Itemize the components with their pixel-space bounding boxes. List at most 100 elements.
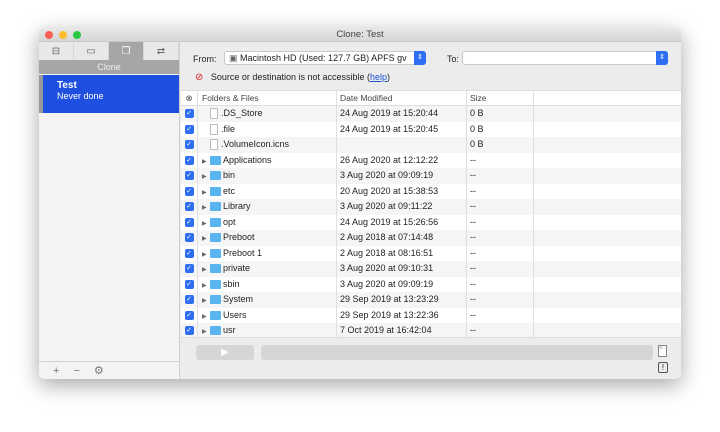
table-row[interactable]: ✓ ▶ Preboot 2 Aug 2018 at 07:14:48 -- <box>181 230 681 246</box>
disclosure-triangle-icon[interactable]: ▶ <box>202 217 210 231</box>
folder-icon <box>210 295 221 305</box>
table-row[interactable]: ✓ ▶ private 3 Aug 2020 at 09:10:31 -- <box>181 261 681 277</box>
folder-icon <box>210 264 221 274</box>
date-modified: 3 Aug 2020 at 09:10:31 <box>337 261 467 277</box>
file-name: sbin <box>223 278 240 289</box>
disclosure-triangle-icon[interactable]: ▶ <box>202 232 210 246</box>
file-size: -- <box>467 261 534 277</box>
table-row[interactable]: ✓ ▶ System 29 Sep 2019 at 13:23:29 -- <box>181 292 681 308</box>
source-popup[interactable]: ▣ Macintosh HD (Used: 127.7 GB) APFS gv … <box>224 51 426 65</box>
include-checkbox[interactable]: ✓ <box>184 140 194 150</box>
remove-button[interactable]: − <box>73 365 79 377</box>
date-modified: 7 Oct 2019 at 16:42:04 <box>337 323 467 337</box>
error-text: Source or destination is not accessible … <box>210 72 370 82</box>
chevron-updown-icon: ⇕ <box>656 51 668 65</box>
close-button[interactable] <box>45 31 53 39</box>
archive-icon[interactable]: ▭ <box>74 42 109 60</box>
table-row[interactable]: ✓ ▶ Applications 26 Aug 2020 at 12:12:22 -- <box>181 152 681 169</box>
include-checkbox[interactable]: ✓ <box>184 279 194 289</box>
minimize-button[interactable] <box>59 31 67 39</box>
table-row[interactable]: ✓ ▶ sbin 3 Aug 2020 at 09:09:19 -- <box>181 276 681 293</box>
folder-icon <box>210 186 221 196</box>
column-header-name[interactable]: Folders & Files <box>198 91 337 105</box>
alert-icon[interactable]: ! <box>658 362 668 373</box>
to-label: To: <box>447 54 460 64</box>
file-name: .file <box>221 123 236 134</box>
file-size: -- <box>467 276 534 292</box>
column-header-size[interactable]: Size <box>467 91 534 105</box>
log-icon[interactable]: ≡ <box>658 345 667 357</box>
date-modified: 20 Aug 2020 at 15:38:53 <box>337 183 467 199</box>
include-checkbox[interactable]: ✓ <box>184 295 194 305</box>
mode-tabs: ⊟ ▭ ❐ ⇄ <box>39 42 179 60</box>
file-size: -- <box>467 292 534 308</box>
table-header: ⊗ Folders & Files Date Modified Size <box>181 91 681 106</box>
include-checkbox[interactable]: ✓ <box>184 171 194 181</box>
file-size: -- <box>467 168 534 184</box>
file-name: usr <box>223 325 236 335</box>
date-modified: 2 Aug 2018 at 07:14:48 <box>337 230 467 246</box>
folder-icon <box>210 248 221 258</box>
file-size: 0 B <box>467 121 534 137</box>
include-checkbox[interactable]: ✓ <box>184 186 194 196</box>
include-checkbox[interactable]: ✓ <box>184 109 194 119</box>
include-checkbox[interactable]: ✓ <box>184 202 194 212</box>
table-row[interactable]: ✓ ▶ etc 20 Aug 2020 at 15:38:53 -- <box>181 183 681 200</box>
zoom-button[interactable] <box>73 31 81 39</box>
file-name: opt <box>223 216 236 227</box>
disclosure-triangle-icon[interactable]: ▶ <box>202 186 210 200</box>
task-item-test[interactable]: Test Never done <box>39 75 179 113</box>
disclosure-triangle-icon[interactable]: ▶ <box>202 294 210 308</box>
disclosure-triangle-icon[interactable]: ▶ <box>202 248 210 262</box>
table-body: ✓ .DS_Store 24 Aug 2019 at 15:20:44 0 B ✓ .fi… <box>181 106 681 337</box>
include-checkbox[interactable]: ✓ <box>184 124 194 134</box>
folder-icon <box>210 217 221 227</box>
file-name: Library <box>223 201 251 211</box>
gear-icon[interactable]: ⚙ <box>94 364 104 377</box>
help-link[interactable]: help <box>370 72 387 82</box>
column-header-date[interactable]: Date Modified <box>337 91 467 105</box>
include-checkbox[interactable]: ✓ <box>184 326 194 336</box>
add-button[interactable]: + <box>53 365 59 377</box>
select-all-icon[interactable]: ⊗ <box>181 91 198 105</box>
table-row[interactable]: ✓ ▶ opt 24 Aug 2019 at 15:26:56 -- <box>181 214 681 231</box>
disclosure-triangle-icon[interactable]: ▶ <box>202 170 210 184</box>
date-modified: 24 Aug 2019 at 15:20:44 <box>337 106 467 122</box>
sync-icon[interactable]: ⇄ <box>144 42 179 60</box>
table-row[interactable]: ✓ .file 24 Aug 2019 at 15:20:45 0 B <box>181 121 681 137</box>
destination-popup[interactable]: ⇕ <box>462 51 668 65</box>
start-button[interactable]: ▶ <box>196 345 254 360</box>
drawer-icon[interactable]: ⊟ <box>39 42 74 60</box>
include-checkbox[interactable]: ✓ <box>184 310 194 320</box>
table-row[interactable]: ✓ ▶ Preboot 1 2 Aug 2018 at 08:16:51 -- <box>181 245 681 262</box>
table-row[interactable]: ✓ .DS_Store 24 Aug 2019 at 15:20:44 0 B <box>181 106 681 122</box>
table-row[interactable]: ✓ ▶ bin 3 Aug 2020 at 09:09:19 -- <box>181 168 681 184</box>
date-modified: 26 Aug 2020 at 12:12:22 <box>337 152 467 168</box>
table-row[interactable]: ✓ .VolumeIcon.icns 0 B <box>181 137 681 153</box>
disclosure-triangle-icon[interactable]: ▶ <box>202 310 210 324</box>
include-checkbox[interactable]: ✓ <box>184 248 194 258</box>
table-row[interactable]: ✓ ▶ Library 3 Aug 2020 at 09:11:22 -- <box>181 199 681 215</box>
file-size: 0 B <box>467 106 534 122</box>
section-header: Clone <box>39 60 179 74</box>
disclosure-triangle-icon[interactable]: ▶ <box>202 155 210 169</box>
clone-icon[interactable]: ❐ <box>109 42 144 60</box>
progress-bar <box>261 345 653 360</box>
table-row[interactable]: ✓ ▶ Users 29 Sep 2019 at 13:22:36 -- <box>181 307 681 324</box>
include-checkbox[interactable]: ✓ <box>184 233 194 243</box>
file-icon <box>210 139 218 151</box>
table-row[interactable]: ✓ ▶ usr 7 Oct 2019 at 16:42:04 -- <box>181 323 681 337</box>
file-name: System <box>223 294 254 304</box>
disclosure-triangle-icon[interactable]: ▶ <box>202 279 210 293</box>
include-checkbox[interactable]: ✓ <box>184 264 194 274</box>
include-checkbox[interactable]: ✓ <box>184 217 194 227</box>
disclosure-triangle-icon[interactable]: ▶ <box>202 263 210 277</box>
folder-icon <box>210 155 221 165</box>
disclosure-triangle-icon[interactable]: ▶ <box>202 325 210 337</box>
date-modified: 3 Aug 2020 at 09:09:19 <box>337 276 467 292</box>
include-checkbox[interactable]: ✓ <box>184 155 194 165</box>
disclosure-triangle-icon[interactable]: ▶ <box>202 201 210 215</box>
error-message: ⊘ Source or destination is not accessibl… <box>195 72 390 83</box>
title-bar: Clone: Test <box>39 28 681 42</box>
file-name: private <box>223 263 251 273</box>
